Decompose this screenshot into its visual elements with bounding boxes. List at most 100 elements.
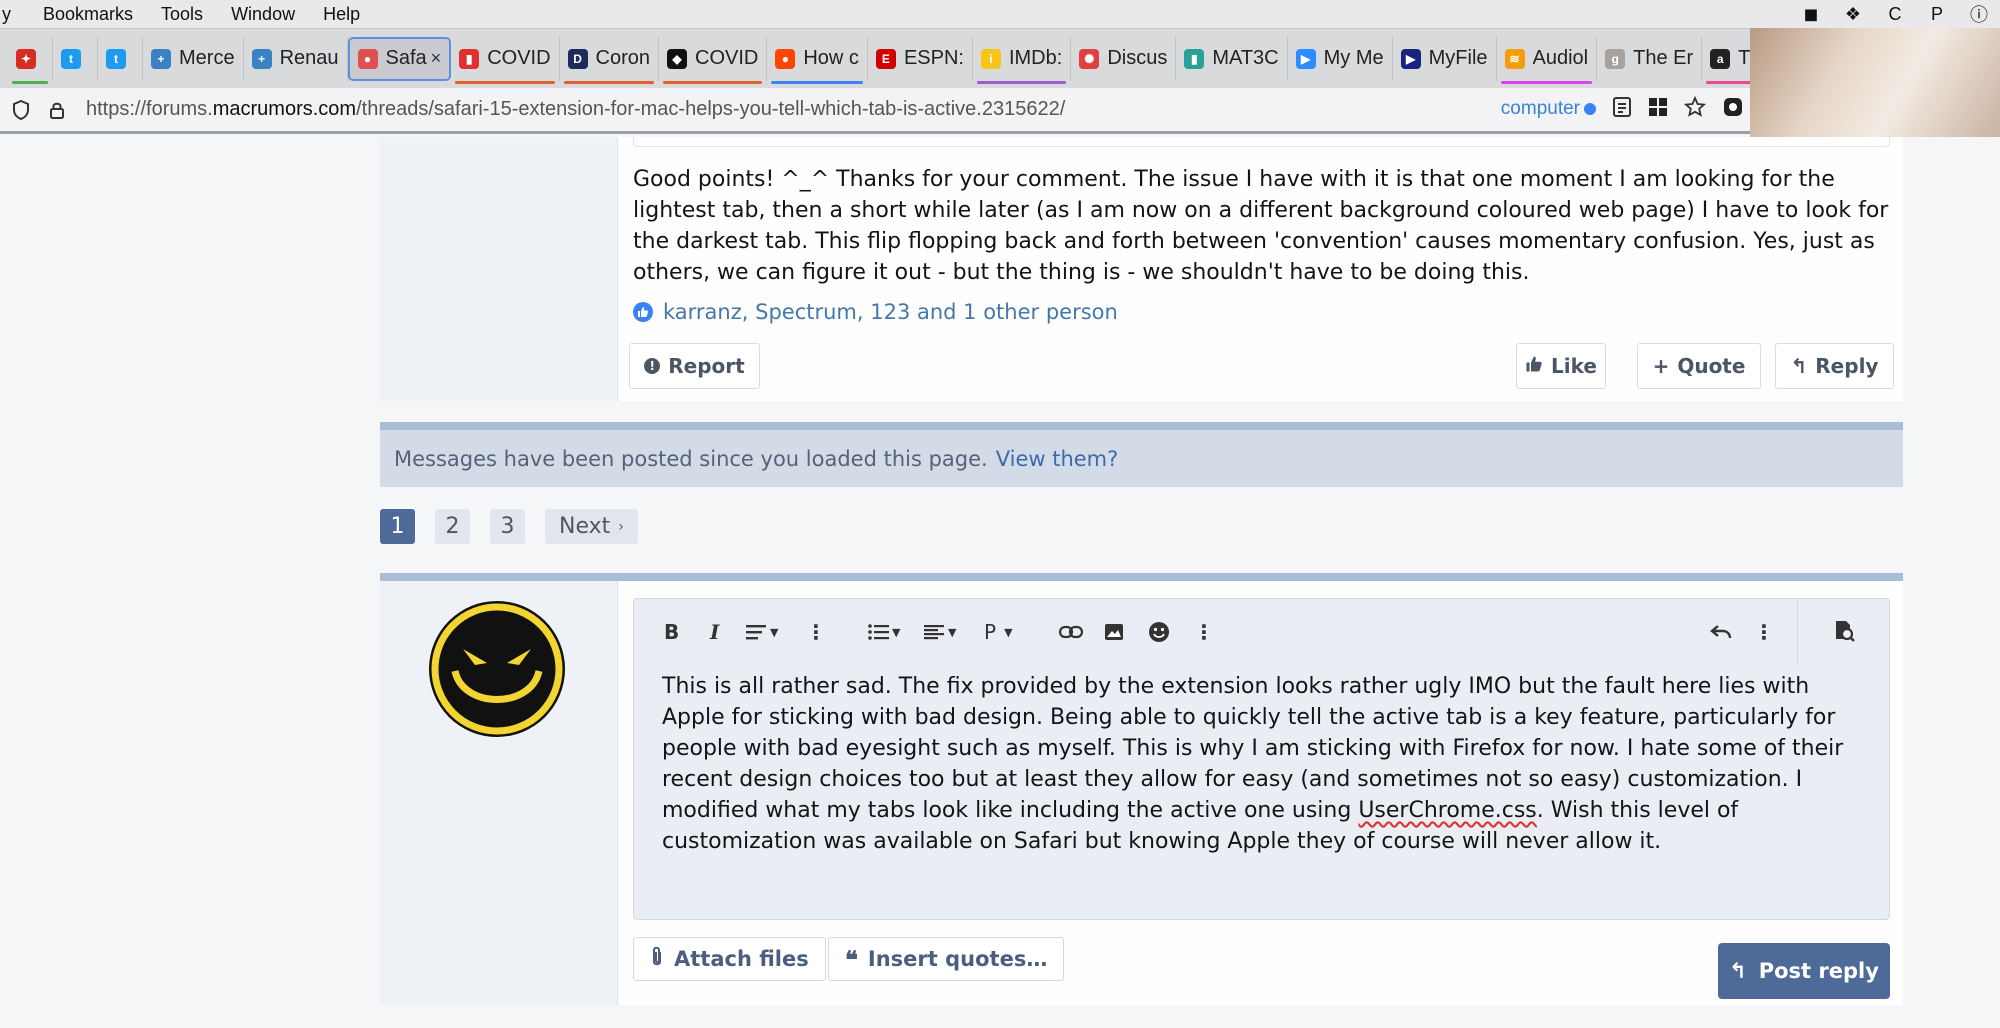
view-them-link[interactable]: View them?	[996, 447, 1119, 471]
emoji-icon[interactable]	[1148, 619, 1170, 645]
page-3[interactable]: 3	[490, 509, 525, 544]
attach-files-button[interactable]: Attach files	[633, 937, 826, 981]
quote-button[interactable]: + Quote	[1637, 343, 1761, 389]
status-tray: ◼ ❖ C P ⓘ	[1800, 0, 1990, 28]
tab-coron[interactable]: D Coron	[560, 36, 660, 84]
report-button[interactable]: ! Report	[629, 343, 760, 389]
tab-mat3c[interactable]: ▮ MAT3C	[1176, 36, 1288, 81]
menu-help[interactable]: Help	[309, 4, 374, 25]
dropbox-icon[interactable]: ❖	[1842, 4, 1864, 24]
tab-covid[interactable]: ◆ COVID	[659, 36, 768, 84]
espn-icon: E	[875, 48, 896, 69]
shield-icon[interactable]	[10, 99, 32, 121]
tab-the-er[interactable]: g The Er	[1597, 36, 1703, 81]
address-bar[interactable]: https://forums.macrumors.com/threads/saf…	[0, 88, 1750, 134]
tab-label: Audiol	[1532, 47, 1589, 69]
preview-icon[interactable]	[1797, 599, 1889, 663]
post-reactions[interactable]: karranz, Spectrum, 123 and 1 other perso…	[633, 300, 1118, 324]
screen-record-icon[interactable]: ◼	[1800, 4, 1822, 24]
tab-label: Merce	[179, 47, 235, 69]
insert-quotes-label: Insert quotes…	[867, 947, 1048, 971]
reply-editor[interactable]: B I ▼ ⋮ ▼ ▼ P ▼ ⋮ ⋮ This is all rather s…	[633, 598, 1890, 920]
tab-covid[interactable]: ▮ COVID	[451, 36, 560, 84]
parking-icon[interactable]: P	[1926, 4, 1948, 24]
editor-toolbar: B I ▼ ⋮ ▼ ▼ P ▼ ⋮ ⋮	[634, 599, 1889, 663]
imdb-icon: i	[980, 48, 1001, 69]
menu-bookmarks[interactable]: Bookmarks	[29, 4, 147, 25]
tab-espn[interactable]: E ESPN:	[868, 36, 973, 81]
tab-label: Safa	[385, 47, 427, 69]
like-button[interactable]: Like	[1516, 343, 1606, 389]
page-1[interactable]: 1	[380, 509, 415, 544]
italic-button[interactable]: I	[710, 619, 719, 645]
reader-view-icon[interactable]	[1612, 96, 1632, 122]
bookmark-star-icon[interactable]	[1683, 95, 1707, 122]
tab-group-indicator	[663, 80, 763, 84]
reply-textarea[interactable]: This is all rather sad. The fix provided…	[662, 671, 1877, 857]
tab-label: The Er	[1633, 47, 1694, 69]
extension-computer[interactable]: computer	[1501, 98, 1596, 120]
insert-quotes-button[interactable]: ❝ Insert quotes…	[828, 937, 1065, 981]
menu-history[interactable]: y	[0, 4, 29, 25]
new-messages-notice: Messages have been posted since you load…	[380, 422, 1903, 487]
list-button[interactable]: ▼	[868, 619, 900, 645]
menu-window[interactable]: Window	[217, 4, 309, 25]
page-2[interactable]: 2	[435, 509, 470, 544]
tab-icon-only[interactable]: t	[53, 36, 98, 81]
tab-icon-only[interactable]: ✦	[8, 36, 53, 84]
audible-icon: ≋	[1504, 48, 1525, 69]
lock-icon[interactable]	[46, 99, 68, 121]
tab-label: MyFile	[1428, 47, 1488, 69]
account-icon[interactable]	[1722, 96, 1744, 122]
attach-files-label: Attach files	[674, 947, 809, 971]
discussion-icon: ✺	[1079, 48, 1100, 69]
tab-myfile[interactable]: ▶ MyFile	[1393, 36, 1497, 81]
align-button[interactable]: ▼	[924, 619, 956, 645]
tab-label: COVID	[487, 47, 551, 69]
tab-discus[interactable]: ✺ Discus	[1071, 36, 1177, 81]
avatar[interactable]	[429, 601, 565, 737]
tab-my-me[interactable]: ▶ My Me	[1288, 36, 1393, 81]
zoom-icon: ▶	[1295, 48, 1316, 69]
tab-imdb[interactable]: i IMDb:	[973, 36, 1072, 84]
twitter-icon: t	[61, 48, 81, 69]
chevron-down-icon: ▼	[892, 625, 901, 639]
tab-group-indicator	[12, 80, 48, 84]
post-message: Good points! ^_^ Thanks for your comment…	[633, 167, 1889, 285]
thumbs-up-icon	[1525, 354, 1543, 378]
bold-button[interactable]: B	[664, 619, 679, 645]
tab-audiol[interactable]: ≋ Audiol	[1497, 36, 1598, 84]
maple-leaf-icon: ✦	[16, 48, 36, 69]
more-actions-icon[interactable]: ⋮	[1754, 619, 1774, 645]
refresh-icon[interactable]: C	[1884, 4, 1906, 24]
misspelled-word[interactable]: UserChrome.css	[1358, 798, 1536, 823]
text-style-button[interactable]: ▼	[746, 619, 778, 645]
tab-safa[interactable]: ● Safa ×	[347, 36, 452, 81]
background-photo	[1750, 28, 2000, 138]
tab-renau[interactable]: + Renau	[244, 36, 348, 81]
tab-icon-only[interactable]: t	[98, 36, 143, 81]
reply-button[interactable]: ↰ Reply	[1775, 343, 1894, 389]
more-text-options-icon[interactable]: ⋮	[806, 619, 826, 645]
paragraph-format-button[interactable]: P ▼	[984, 619, 1013, 645]
info-icon[interactable]: ⓘ	[1968, 4, 1990, 25]
next-label: Next	[559, 514, 611, 539]
reactions-text[interactable]: karranz, Spectrum, 123 and 1 other perso…	[663, 300, 1118, 324]
tab-how-c[interactable]: ● How c	[767, 36, 868, 84]
extensions-grid-icon[interactable]	[1648, 97, 1668, 121]
next-page-button[interactable]: Next ›	[545, 509, 638, 544]
close-icon[interactable]: ×	[431, 48, 442, 69]
tab-merce[interactable]: + Merce	[143, 36, 244, 81]
quote-label: Quote	[1677, 354, 1746, 378]
url-text[interactable]: https://forums.macrumors.com/threads/saf…	[86, 98, 1065, 121]
menu-tools[interactable]: Tools	[147, 4, 217, 25]
undo-icon[interactable]	[1710, 619, 1732, 645]
data-icon: D	[567, 48, 588, 69]
g-icon: g	[1605, 48, 1626, 69]
pagination: 1 2 3 Next ›	[380, 509, 638, 544]
image-icon[interactable]	[1104, 619, 1124, 645]
report-label: Report	[668, 354, 745, 378]
link-icon[interactable]	[1059, 619, 1083, 645]
post-reply-button[interactable]: ↰ Post reply	[1718, 943, 1890, 999]
more-options-icon[interactable]: ⋮	[1194, 619, 1214, 645]
